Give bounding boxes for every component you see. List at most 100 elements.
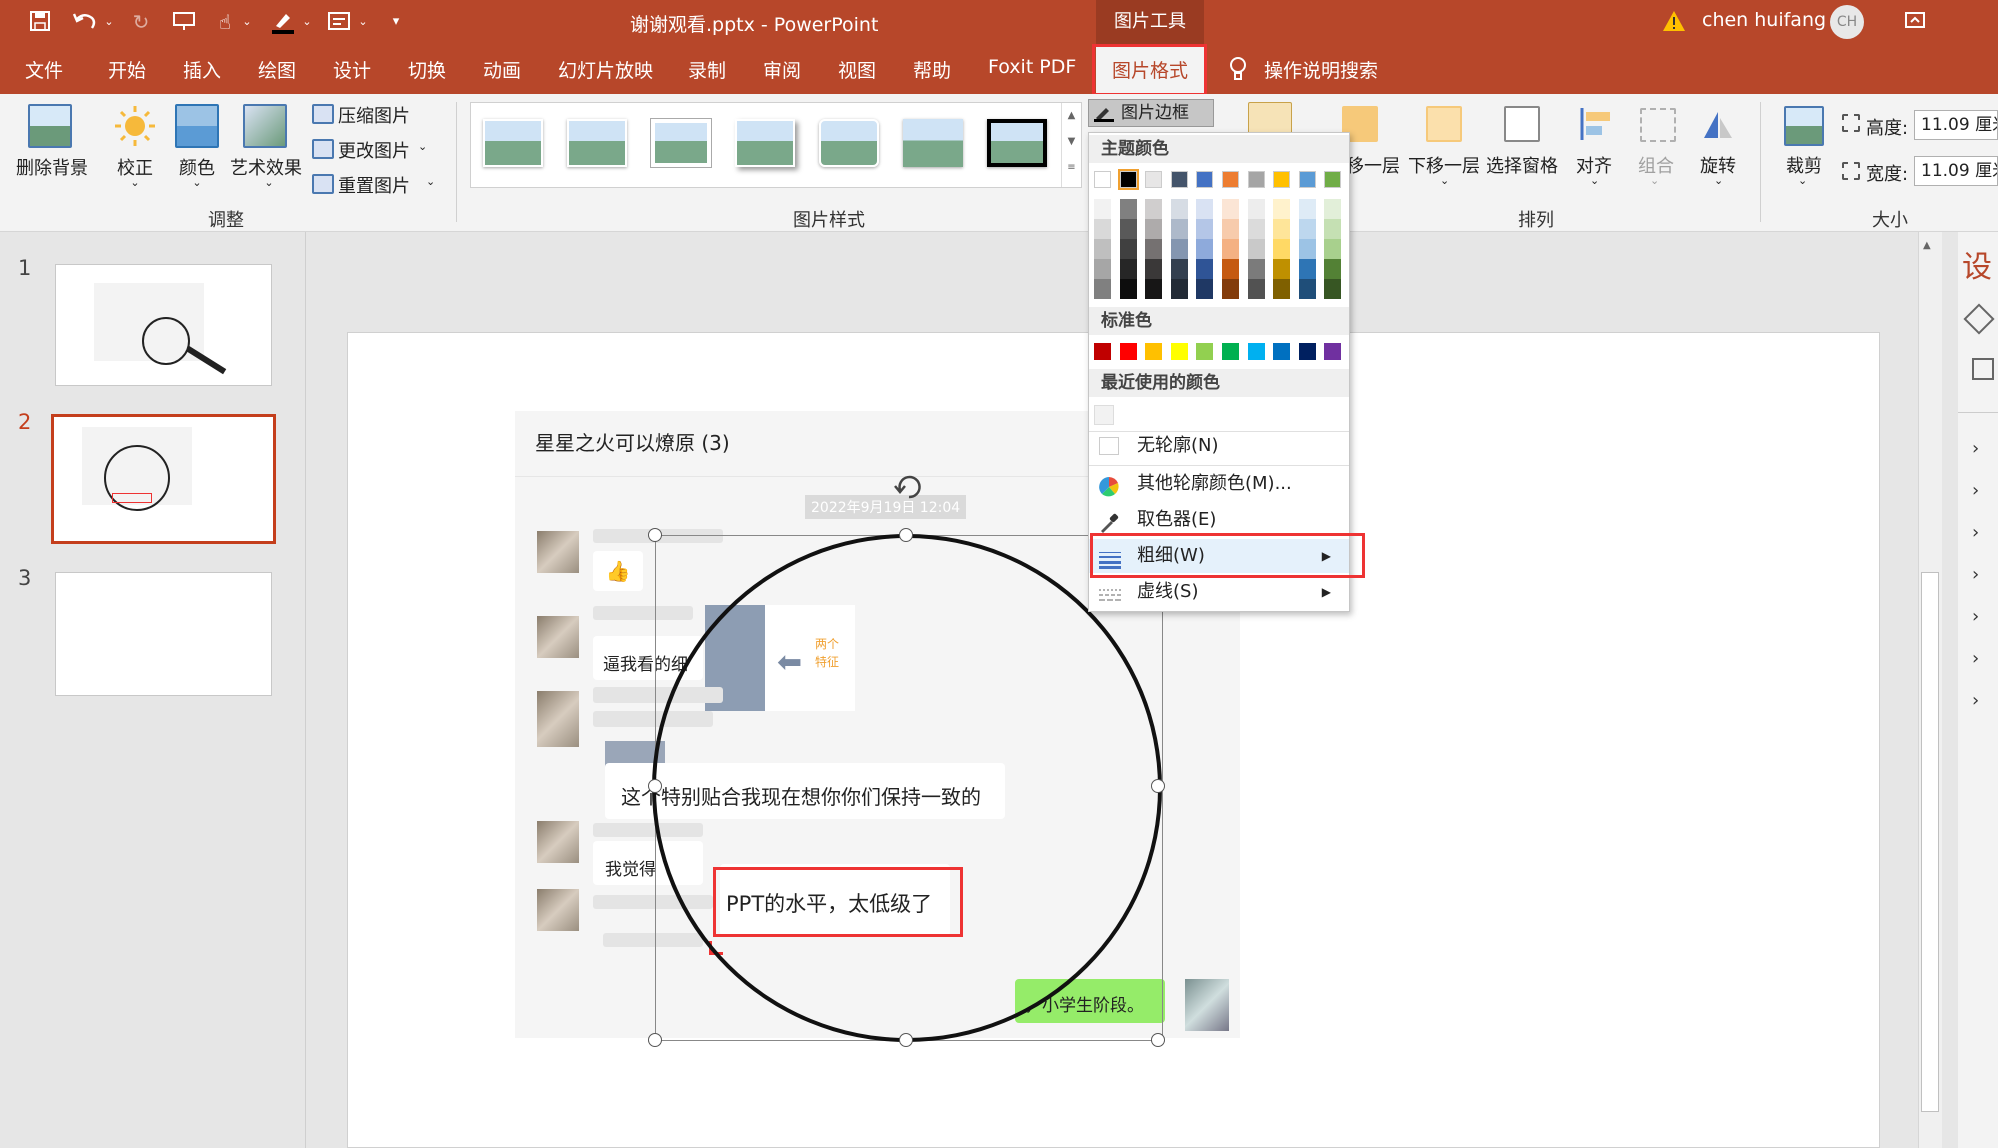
theme-shade-swatch[interactable] <box>1119 199 1137 219</box>
no-outline-item[interactable]: 无轮廓(N) <box>1089 429 1349 463</box>
fill-line-icon[interactable] <box>1963 303 1995 335</box>
width-input[interactable]: 11.09 厘米 <box>1914 156 1998 186</box>
circle-shape[interactable] <box>652 534 1162 1042</box>
theme-color-swatch[interactable] <box>1324 171 1342 188</box>
height-input[interactable]: 11.09 厘米 <box>1914 110 1998 140</box>
theme-shade-swatch[interactable] <box>1298 239 1316 259</box>
artistic-effects-dropdown-icon[interactable]: ⌄ <box>262 176 276 189</box>
gallery-scroll[interactable]: ▲ ▼ ≡ <box>1061 103 1081 187</box>
tab-home[interactable]: 开始 <box>108 56 146 83</box>
theme-shade-swatch[interactable] <box>1273 219 1291 239</box>
touch-dropdown-icon[interactable]: ⌄ <box>240 10 254 34</box>
standard-color-swatch[interactable] <box>1094 343 1111 360</box>
theme-shade-swatch[interactable] <box>1324 239 1342 259</box>
tab-record[interactable]: 录制 <box>688 56 726 83</box>
theme-shade-swatch[interactable] <box>1094 259 1111 279</box>
theme-color-swatch[interactable] <box>1247 171 1265 188</box>
theme-shade-swatch[interactable] <box>1170 279 1188 299</box>
theme-shade-swatch[interactable] <box>1094 279 1111 299</box>
theme-shade-swatch[interactable] <box>1298 259 1316 279</box>
theme-color-swatch[interactable] <box>1094 171 1111 188</box>
theme-shade-swatch[interactable] <box>1298 219 1316 239</box>
ribbon-display-options-icon[interactable] <box>1904 10 1928 32</box>
customize-qat-icon[interactable]: ▾ <box>388 10 404 34</box>
theme-shade-swatch[interactable] <box>1094 219 1111 239</box>
layout-dropdown-icon[interactable]: ⌄ <box>356 10 370 34</box>
save-icon[interactable] <box>28 10 52 34</box>
theme-shade-swatch[interactable] <box>1324 219 1342 239</box>
theme-shade-swatch[interactable] <box>1222 279 1239 299</box>
theme-shade-swatch[interactable] <box>1119 259 1137 279</box>
tab-foxit-pdf[interactable]: Foxit PDF <box>988 56 1076 78</box>
tab-review[interactable]: 审阅 <box>763 56 801 83</box>
picture-style-1[interactable] <box>483 119 543 167</box>
tab-help[interactable]: 帮助 <box>913 56 951 83</box>
reset-picture-button[interactable]: 重置图片 <box>338 172 410 198</box>
selection-pane-button[interactable]: 选择窗格 <box>1486 152 1558 178</box>
size-properties-icon[interactable] <box>1972 358 1994 380</box>
theme-shade-swatch[interactable] <box>1247 259 1265 279</box>
standard-color-swatch[interactable] <box>1196 343 1214 360</box>
standard-color-swatch[interactable] <box>1119 343 1137 360</box>
corrections-dropdown-icon[interactable]: ⌄ <box>128 176 142 189</box>
slide-thumbnail-3[interactable] <box>55 572 272 696</box>
send-backward-dropdown-icon[interactable]: ⌄ <box>1440 174 1449 187</box>
theme-shade-swatch[interactable] <box>1170 219 1188 239</box>
rotate-handle-icon[interactable] <box>892 470 926 504</box>
theme-shade-swatch[interactable] <box>1196 219 1214 239</box>
resize-handle[interactable] <box>899 528 913 542</box>
slide-thumbnail-2-selected[interactable] <box>51 414 276 544</box>
section-expanders[interactable]: › › › › › › › <box>1972 428 1979 722</box>
color-dropdown-icon[interactable]: ⌄ <box>190 176 204 189</box>
slide-thumbnail-1[interactable] <box>55 264 272 386</box>
recent-color-swatch[interactable] <box>1094 405 1114 425</box>
change-picture-button[interactable]: 更改图片 <box>338 137 410 163</box>
standard-color-swatch[interactable] <box>1247 343 1265 360</box>
resize-handle[interactable] <box>1151 779 1165 793</box>
theme-color-swatch[interactable] <box>1298 171 1316 188</box>
change-picture-dropdown-icon[interactable]: ⌄ <box>418 140 427 153</box>
theme-shade-swatch[interactable] <box>1119 219 1137 239</box>
align-dropdown-icon[interactable]: ⌄ <box>1590 174 1599 187</box>
resize-handle[interactable] <box>899 1033 913 1047</box>
standard-color-swatch[interactable] <box>1145 343 1163 360</box>
picture-style-6[interactable] <box>903 119 963 167</box>
theme-shade-swatch[interactable] <box>1324 279 1342 299</box>
theme-shade-swatch[interactable] <box>1222 239 1239 259</box>
theme-shade-swatch[interactable] <box>1247 219 1265 239</box>
picture-style-2[interactable] <box>567 119 627 167</box>
theme-color-swatch[interactable] <box>1117 169 1139 190</box>
layout-icon[interactable] <box>325 10 353 34</box>
theme-shade-swatch[interactable] <box>1170 199 1188 219</box>
theme-shade-swatch[interactable] <box>1145 239 1163 259</box>
resize-handle[interactable] <box>1151 1033 1165 1047</box>
standard-color-swatch[interactable] <box>1298 343 1316 360</box>
weight-submenu-item[interactable]: 粗细(W) ▶ <box>1089 539 1349 573</box>
reset-picture-dropdown-icon[interactable]: ⌄ <box>426 175 435 188</box>
tab-animations[interactable]: 动画 <box>483 56 521 83</box>
tab-draw[interactable]: 绘图 <box>258 56 296 83</box>
theme-color-swatch[interactable] <box>1196 171 1214 188</box>
picture-style-7[interactable] <box>987 119 1047 167</box>
theme-shade-swatch[interactable] <box>1196 279 1214 299</box>
theme-shade-swatch[interactable] <box>1145 279 1163 299</box>
picture-style-3[interactable] <box>651 119 711 167</box>
tab-slideshow[interactable]: 幻灯片放映 <box>558 56 653 83</box>
resize-handle[interactable] <box>648 1033 662 1047</box>
theme-shade-swatch[interactable] <box>1119 239 1137 259</box>
rotate-dropdown-icon[interactable]: ⌄ <box>1714 174 1723 187</box>
picture-style-4[interactable] <box>735 119 795 167</box>
standard-color-swatch[interactable] <box>1222 343 1239 360</box>
tab-insert[interactable]: 插入 <box>183 56 221 83</box>
tab-design[interactable]: 设计 <box>333 56 371 83</box>
theme-shade-swatch[interactable] <box>1196 239 1214 259</box>
eyedropper-item[interactable]: 取色器(E) <box>1089 503 1349 537</box>
redo-icon[interactable]: ↻ <box>128 10 154 34</box>
standard-color-swatch[interactable] <box>1170 343 1188 360</box>
theme-shade-swatch[interactable] <box>1145 219 1163 239</box>
theme-shade-swatch[interactable] <box>1222 259 1239 279</box>
theme-shade-swatch[interactable] <box>1273 259 1291 279</box>
standard-color-swatch[interactable] <box>1273 343 1291 360</box>
theme-shade-swatch[interactable] <box>1273 279 1291 299</box>
crop-dropdown-icon[interactable]: ⌄ <box>1798 174 1807 187</box>
